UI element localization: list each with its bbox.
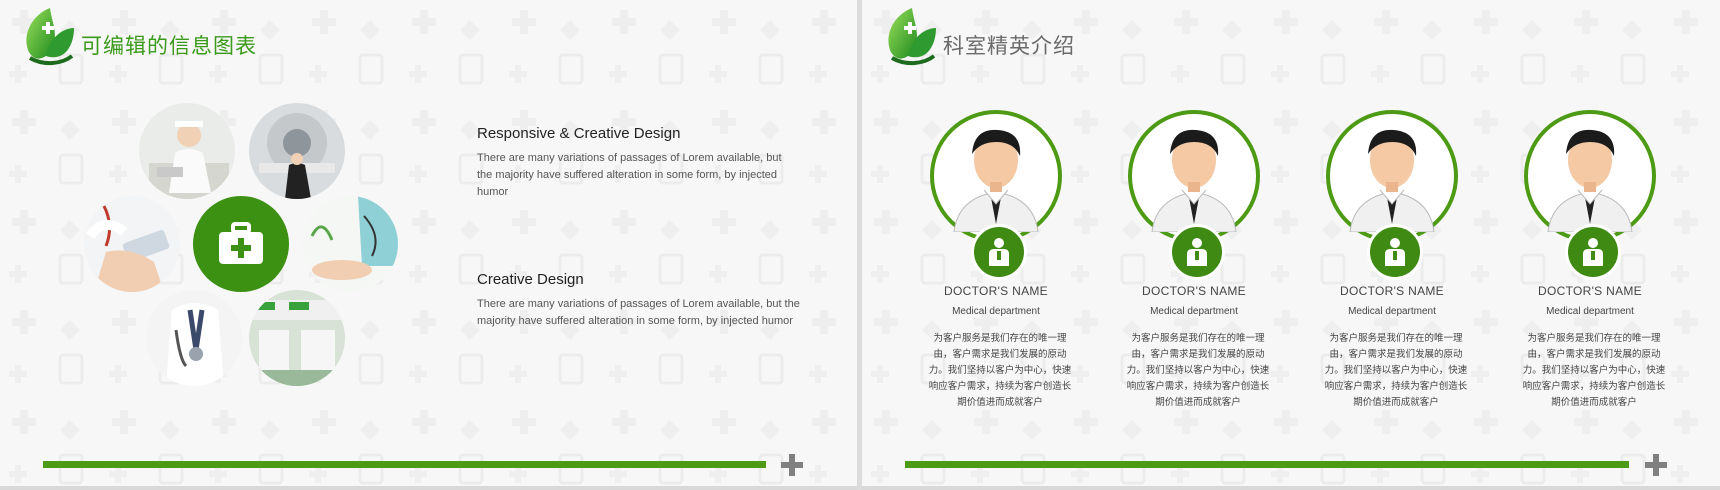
stethoscope-photo bbox=[146, 290, 242, 386]
doctor-description: 为客户服务是我们存在的唯一理由，客户需求是我们发展的原动力。我们坚持以客户为中心… bbox=[928, 333, 1072, 408]
medical-kit-icon bbox=[219, 222, 263, 264]
doctor-description: 为客户服务是我们存在的唯一理由，客户需求是我们发展的原动力。我们坚持以客户为中心… bbox=[1126, 333, 1270, 408]
doctor-department: Medical department bbox=[1150, 306, 1238, 317]
doctor-department: Medical department bbox=[1546, 306, 1634, 317]
slide-infographic: 可编辑的信息图表 Responsive & Creative Design Th… bbox=[0, 0, 857, 486]
doctor-avatar-icon bbox=[1547, 129, 1633, 232]
hands-tablet-photo bbox=[84, 196, 180, 292]
doctor-card: DOCTOR'S NAME Medical department 为客户服务是我… bbox=[1519, 110, 1665, 411]
doctor-department: Medical department bbox=[1348, 306, 1436, 317]
doctor-avatar-icon bbox=[1349, 129, 1435, 232]
plus-icon bbox=[1645, 454, 1667, 476]
block-body: There are many variations of passages of… bbox=[477, 298, 800, 327]
bottom-bar bbox=[905, 461, 1629, 468]
slide-title: 可编辑的信息图表 bbox=[81, 35, 257, 58]
doctor-badge bbox=[1367, 224, 1423, 280]
doctor-card: DOCTOR'S NAME Medical department 为客户服务是我… bbox=[1321, 110, 1467, 411]
leaf-logo-icon bbox=[888, 8, 936, 65]
bottom-bar bbox=[43, 461, 766, 468]
doctor-card: DOCTOR'S NAME Medical department 为客户服务是我… bbox=[1123, 110, 1269, 411]
scanner-photo bbox=[249, 103, 345, 199]
slide-doctors: 科室精英介绍 DOCTOR'S NAME Medical department … bbox=[862, 0, 1720, 486]
doctor-badge bbox=[971, 224, 1027, 280]
doctor-name: DOCTOR'S NAME bbox=[1142, 284, 1246, 298]
doctor-badge-icon bbox=[1583, 238, 1603, 266]
doctor-avatar-icon bbox=[953, 129, 1039, 232]
doctor-department: Medical department bbox=[952, 306, 1040, 317]
slide-title: 科室精英介绍 bbox=[943, 35, 1075, 58]
plus-icon bbox=[781, 454, 803, 476]
block-body: There are many variations of passages of… bbox=[477, 152, 782, 198]
block-heading: Creative Design bbox=[477, 271, 584, 288]
lab-photo bbox=[249, 290, 345, 386]
doctor-avatar bbox=[1326, 110, 1458, 280]
doctor-name: DOCTOR'S NAME bbox=[944, 284, 1048, 298]
doctor-avatar bbox=[1524, 110, 1656, 280]
doctor-avatar-icon bbox=[1151, 129, 1237, 232]
doctor-name: DOCTOR'S NAME bbox=[1538, 284, 1642, 298]
medical-kit-button bbox=[193, 196, 289, 292]
doctor-card: DOCTOR'S NAME Medical department 为客户服务是我… bbox=[925, 110, 1071, 411]
doctor-badge-icon bbox=[1187, 238, 1207, 266]
doctor-avatar bbox=[930, 110, 1062, 280]
doctor-name: DOCTOR'S NAME bbox=[1340, 284, 1444, 298]
doctor-badge bbox=[1565, 224, 1621, 280]
doctor-description: 为客户服务是我们存在的唯一理由，客户需求是我们发展的原动力。我们坚持以客户为中心… bbox=[1522, 333, 1666, 408]
doctor-badge bbox=[1169, 224, 1225, 280]
block-heading: Responsive & Creative Design bbox=[477, 125, 681, 142]
text-block-2: Creative Design There are many variation… bbox=[477, 271, 807, 330]
doctor-description: 为客户服务是我们存在的唯一理由，客户需求是我们发展的原动力。我们坚持以客户为中心… bbox=[1324, 333, 1468, 408]
doctor-avatar bbox=[1128, 110, 1260, 280]
leaf-logo-icon bbox=[26, 8, 74, 65]
doctor-patient-photo bbox=[302, 196, 398, 292]
text-block-1: Responsive & Creative Design There are m… bbox=[477, 125, 787, 201]
doctor-badge-icon bbox=[989, 238, 1009, 266]
nurse-photo bbox=[139, 103, 235, 199]
doctor-badge-icon bbox=[1385, 238, 1405, 266]
